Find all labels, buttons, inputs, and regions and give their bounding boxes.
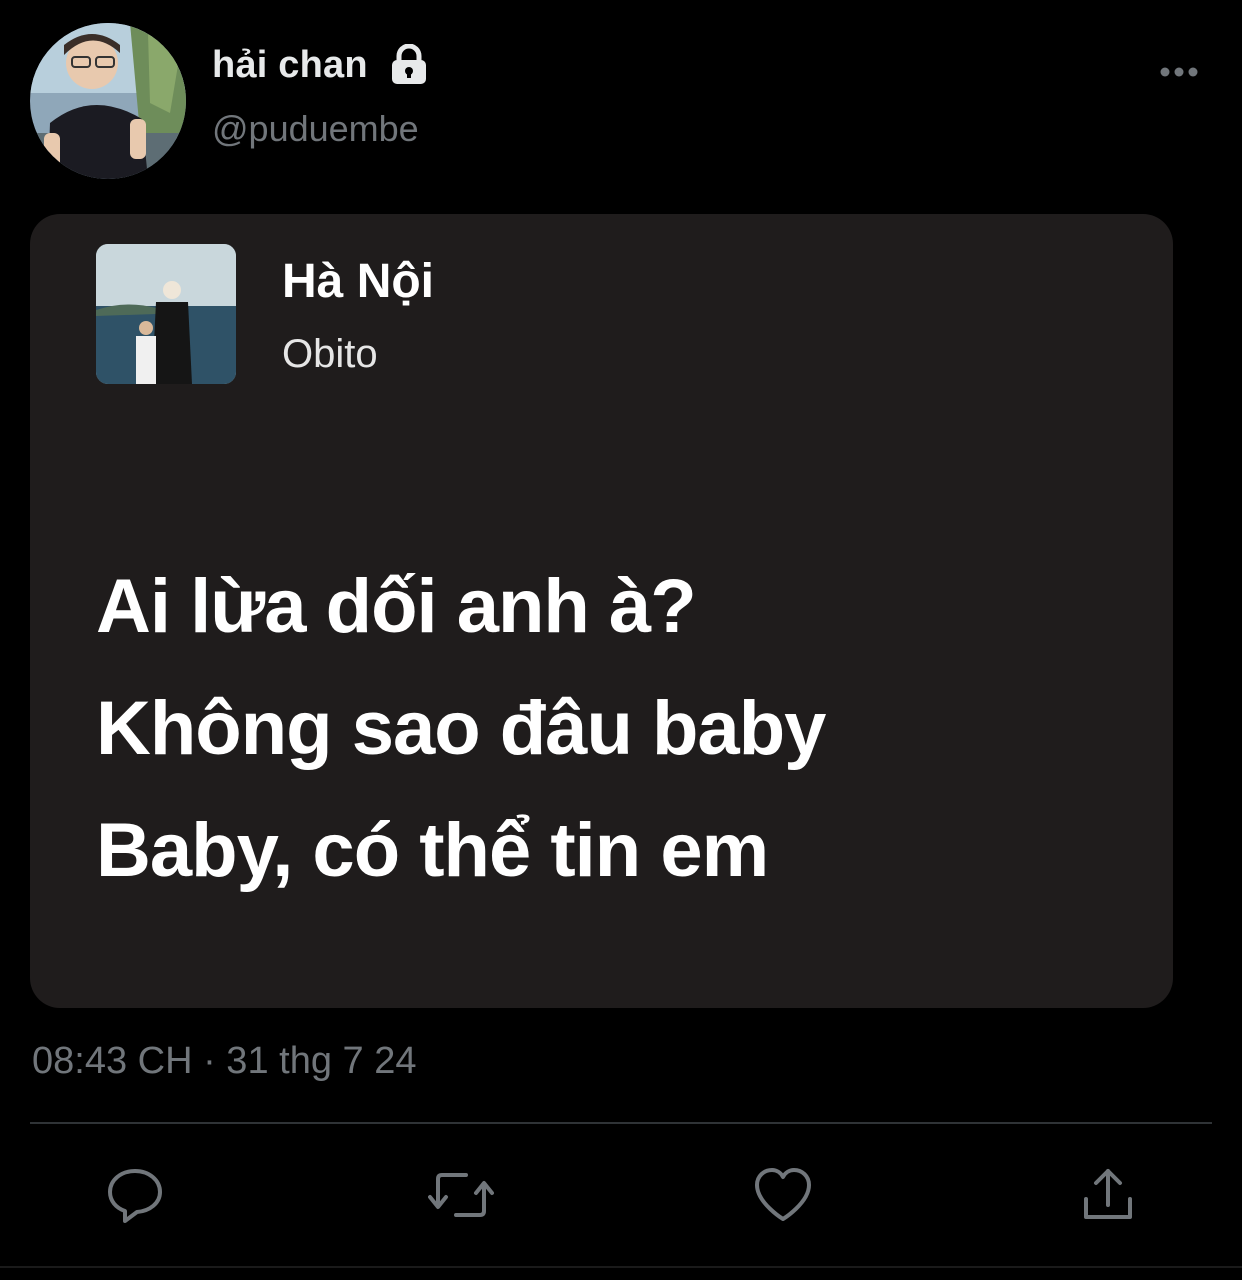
song-title: Hà Nội bbox=[282, 255, 435, 308]
lyrics-block: Ai lừa dối anh à? Không sao đâu baby Bab… bbox=[96, 546, 1146, 912]
avatar[interactable] bbox=[30, 23, 186, 179]
lyrics-card-image[interactable]: Hà Nội Obito Ai lừa dối anh à? Không sao… bbox=[30, 214, 1173, 1008]
artist-name: Obito bbox=[282, 332, 378, 376]
album-art bbox=[96, 244, 236, 384]
lock-icon bbox=[388, 43, 430, 86]
share-icon[interactable] bbox=[1080, 1165, 1140, 1225]
more-horizontal-icon[interactable] bbox=[1158, 60, 1200, 84]
lyric-line: Không sao đâu baby bbox=[96, 686, 826, 771]
lyric-line: Ai lừa dối anh à? bbox=[96, 564, 697, 649]
retweet-icon[interactable] bbox=[428, 1165, 494, 1225]
reply-icon[interactable] bbox=[105, 1165, 165, 1225]
display-name[interactable]: hải chan bbox=[212, 44, 368, 87]
heart-icon[interactable] bbox=[753, 1165, 813, 1225]
tweet-timestamp[interactable]: 08:43 CH · 31 thg 7 24 bbox=[32, 1040, 416, 1083]
divider bbox=[30, 1122, 1212, 1124]
bottom-divider bbox=[0, 1266, 1242, 1268]
lyric-line: Baby, có thể tin em bbox=[96, 808, 769, 893]
user-handle[interactable]: @puduembe bbox=[212, 108, 419, 150]
